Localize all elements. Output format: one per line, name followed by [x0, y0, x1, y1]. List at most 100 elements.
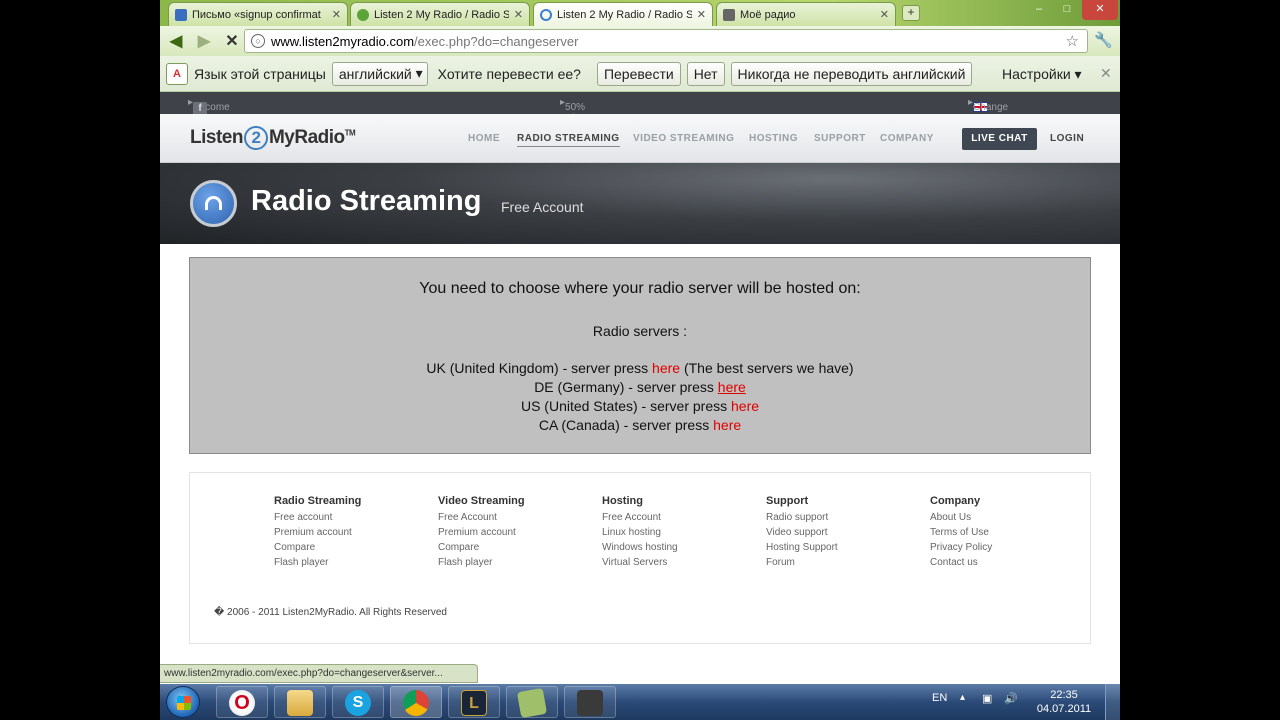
- taskbar-league[interactable]: L: [448, 686, 500, 718]
- footer-link[interactable]: Premium account: [438, 525, 525, 540]
- tab-title: Письмо «signup confirmat: [192, 8, 321, 21]
- taskbar-skype[interactable]: S: [332, 686, 384, 718]
- footer-col-title: Support: [766, 495, 809, 507]
- footer-link[interactable]: Free Account: [602, 510, 678, 525]
- footer-link[interactable]: Hosting Support: [766, 540, 838, 555]
- bookmark-star-icon[interactable]: ☆: [1066, 32, 1079, 50]
- translate-button[interactable]: Перевести: [596, 61, 681, 86]
- close-icon[interactable]: ✕: [332, 8, 341, 21]
- footer-link[interactable]: Contact us: [930, 555, 992, 570]
- footer-link[interactable]: Compare: [274, 540, 361, 555]
- wrench-menu-icon[interactable]: 🔧: [1094, 31, 1113, 49]
- league-icon: L: [461, 690, 487, 716]
- footer-link[interactable]: Radio support: [766, 510, 838, 525]
- close-icon[interactable]: ✕: [697, 8, 706, 21]
- nav-company[interactable]: COMPANY: [880, 133, 934, 144]
- footer-col-title: Company: [930, 495, 981, 507]
- de-server-link[interactable]: here: [718, 379, 746, 395]
- footer-link[interactable]: Virtual Servers: [602, 555, 678, 570]
- footer-link[interactable]: Video support: [766, 525, 838, 540]
- language-indicator[interactable]: EN: [932, 692, 947, 704]
- tab-title: Listen 2 My Radio / Radio S: [374, 8, 509, 21]
- ca-server-link[interactable]: here: [713, 417, 741, 433]
- tab-my-radio[interactable]: Моё радио ✕: [716, 2, 896, 26]
- language-value: английский: [338, 65, 412, 82]
- forward-button[interactable]: ▶: [192, 29, 216, 53]
- notice-subheading: Radio servers :: [592, 323, 688, 339]
- server-row-us: US (United States) - server press here: [190, 398, 1090, 414]
- language-select[interactable]: английский ▾: [331, 61, 428, 86]
- close-icon[interactable]: ✕: [1100, 65, 1112, 82]
- nav-support[interactable]: SUPPORT: [814, 133, 866, 144]
- page-banner: Radio Streaming Free Account: [160, 163, 1120, 244]
- nav-video-streaming[interactable]: VIDEO STREAMING: [633, 133, 734, 144]
- nav-hosting[interactable]: HOSTING: [749, 133, 798, 144]
- footer-link[interactable]: Compare: [438, 540, 525, 555]
- skype-icon: S: [345, 690, 371, 716]
- start-button[interactable]: [166, 686, 200, 718]
- fan-link[interactable]: ▸ Become a Fan on f: [188, 97, 230, 135]
- taskbar-notes[interactable]: [506, 686, 558, 719]
- settings-label: Настройки: [1002, 66, 1071, 82]
- tab-radio-active[interactable]: Listen 2 My Radio / Radio S ✕: [533, 2, 713, 26]
- live-chat-button[interactable]: LIVE CHAT: [962, 128, 1037, 150]
- footer-link[interactable]: Privacy Policy: [930, 540, 992, 555]
- footer-link[interactable]: About Us: [930, 510, 992, 525]
- no-button[interactable]: Нет: [686, 61, 725, 86]
- new-tab-button[interactable]: +: [902, 5, 920, 21]
- footer-link[interactable]: Flash player: [438, 555, 525, 570]
- tray-arrow-icon[interactable]: ▴: [960, 692, 965, 703]
- taskbar-explorer[interactable]: [274, 686, 326, 718]
- footer-link[interactable]: Free Account: [438, 510, 525, 525]
- footer-link[interactable]: Free account: [274, 510, 361, 525]
- notes-icon: [516, 687, 548, 719]
- taskbar-media[interactable]: [564, 686, 616, 718]
- taskbar-opera[interactable]: O: [216, 686, 268, 718]
- system-clock[interactable]: 22:35 04.07.2011: [1036, 688, 1092, 716]
- footer-col-title: Radio Streaming: [274, 495, 362, 507]
- close-icon[interactable]: ✕: [514, 8, 523, 21]
- minimize-button[interactable]: –: [1026, 0, 1052, 20]
- translate-icon: A: [166, 62, 188, 85]
- taskbar-chrome[interactable]: [390, 686, 442, 718]
- clock-date: 04.07.2011: [1036, 703, 1092, 715]
- translate-settings-menu[interactable]: Настройки ▾: [1002, 66, 1082, 83]
- footer-link[interactable]: Forum: [766, 555, 838, 570]
- footer-link[interactable]: Linux hosting: [602, 525, 678, 540]
- maximize-button[interactable]: □: [1054, 0, 1080, 20]
- site-footer: Radio Streaming Free account Premium acc…: [189, 472, 1091, 644]
- footer-link[interactable]: Flash player: [274, 555, 361, 570]
- login-link[interactable]: LOGIN: [1050, 133, 1084, 144]
- server-note: (The best servers we have): [683, 360, 854, 376]
- show-desktop-button[interactable]: [1105, 684, 1120, 720]
- never-translate-button[interactable]: Никогда не переводить английский: [730, 61, 973, 86]
- us-server-link[interactable]: here: [731, 398, 759, 414]
- footer-col-radio: Radio Streaming Free account Premium acc…: [274, 495, 361, 570]
- browser-toolbar: ◀ ▶ ✕ ○ www.listen2myradio.com/exec.php?…: [160, 26, 1120, 56]
- translate-prompt: Язык этой страницы: [194, 65, 326, 82]
- nav-home[interactable]: HOME: [468, 133, 500, 144]
- nav-radio-streaming[interactable]: RADIO STREAMING: [517, 133, 620, 147]
- translate-question: Хотите перевести ее?: [437, 65, 581, 82]
- footer-link[interactable]: Terms of Use: [930, 525, 992, 540]
- tab-radio[interactable]: Listen 2 My Radio / Radio S ✕: [350, 2, 530, 26]
- network-icon[interactable]: ▣: [982, 692, 992, 705]
- uk-server-link[interactable]: here: [652, 360, 680, 376]
- footer-link[interactable]: Windows hosting: [602, 540, 678, 555]
- tab-mail[interactable]: Письмо «signup confirmat ✕: [168, 2, 348, 26]
- loading-icon: [540, 8, 552, 21]
- stop-button[interactable]: ✕: [220, 29, 244, 53]
- site-logo[interactable]: Listen 2 MyRadioTM: [190, 126, 356, 150]
- volume-icon[interactable]: 🔊: [1004, 692, 1018, 705]
- server-row-uk: UK (United Kingdom) - server press here …: [190, 360, 1090, 376]
- footer-link[interactable]: Premium account: [274, 525, 361, 540]
- footer-col-video: Video Streaming Free Account Premium acc…: [438, 495, 525, 570]
- close-icon[interactable]: ✕: [880, 8, 889, 21]
- change-language-link[interactable]: ▸ Change Language: [968, 97, 1018, 124]
- copyright: � 2006 - 2011 Listen2MyRadio. All Rights…: [214, 607, 447, 618]
- notice-heading: You need to choose where your radio serv…: [419, 280, 861, 297]
- back-button[interactable]: ◀: [164, 29, 188, 53]
- close-window-button[interactable]: ✕: [1082, 0, 1118, 20]
- address-bar[interactable]: ○ www.listen2myradio.com/exec.php?do=cha…: [244, 29, 1088, 53]
- promo-link[interactable]: ▸ 50% Discount on Hosting Packages: [560, 97, 609, 157]
